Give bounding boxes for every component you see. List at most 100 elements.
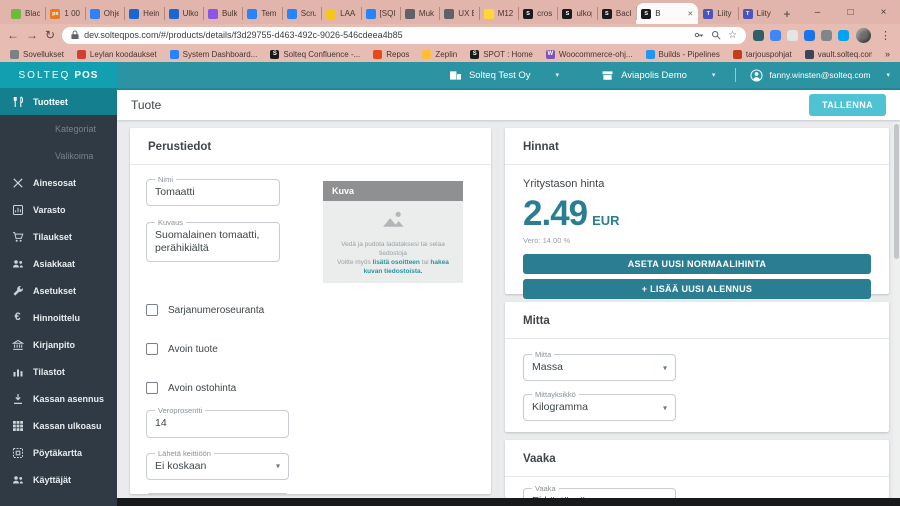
browser-tab[interactable]: Black ✕: [6, 3, 45, 24]
browser-tab[interactable]: T Liity ✕: [737, 3, 777, 24]
browser-tab[interactable]: Hein ✕: [124, 3, 163, 24]
bookmark-item[interactable]: tarjouspohjat: [732, 49, 792, 59]
lisateksti-field[interactable]: [146, 492, 289, 494]
bookmark-item[interactable]: S SPOT : Home: [470, 49, 533, 59]
checkbox-row[interactable]: Sarjanumeroseuranta: [146, 304, 475, 317]
set-normal-price-button[interactable]: ASETA UUSI NORMAALIHINTA: [523, 254, 871, 274]
browser-tab[interactable]: Ulko ✕: [163, 3, 203, 24]
kuvaus-field[interactable]: Kuvaus Suomalainen tomaatti, perähikiält…: [146, 218, 280, 263]
browser-tab[interactable]: Muk ✕: [399, 3, 439, 24]
sidebar-item[interactable]: Asetukset: [0, 277, 117, 304]
bookmark-star-icon[interactable]: ☆: [728, 30, 737, 41]
laheta-keittioon-label: Lähetä keittiöön: [155, 448, 214, 458]
checkbox[interactable]: [146, 382, 158, 395]
bookmark-item[interactable]: System Dashboard...: [169, 49, 257, 59]
bookmark-item[interactable]: S Solteq Confluence -...: [270, 49, 360, 59]
browser-tab[interactable]: px 1 000 ✕: [45, 3, 84, 24]
sidebar-item[interactable]: Tilastot: [0, 358, 117, 385]
mitta-select[interactable]: Mitta Massa ▾: [523, 350, 676, 382]
bookmark-item[interactable]: Builds - Pipelines: [645, 49, 720, 59]
sidebar-item[interactable]: Kirjanpito: [0, 331, 117, 358]
sidebar-item[interactable]: Tuotteet: [0, 88, 117, 115]
url-text[interactable]: dev.solteqpos.com/#/products/details/f3d…: [84, 30, 689, 40]
bookmark-item[interactable]: Zeplin: [422, 49, 457, 59]
zoom-icon[interactable]: [711, 30, 721, 40]
sidebar-item[interactable]: Kassan ulkoasu: [0, 412, 117, 439]
bookmarks-overflow-icon[interactable]: »: [885, 49, 890, 59]
sidebar-item[interactable]: Asiakkaat: [0, 250, 117, 277]
close-button[interactable]: ×: [867, 0, 900, 24]
extension-icon[interactable]: [838, 29, 849, 41]
bookmark-item[interactable]: vault.solteq.com: [804, 49, 872, 59]
browser-tab[interactable]: [SQI ✕: [360, 3, 400, 24]
organization-selector[interactable]: Solteq Test Oy ▾: [449, 70, 559, 81]
tab-favicon: S: [523, 8, 534, 19]
main-scrollbar[interactable]: [893, 122, 900, 498]
solteq-pos-logo[interactable]: SOLTEQ POS: [0, 62, 117, 88]
bookmark-favicon: [732, 49, 742, 59]
sidebar-item[interactable]: Kassan asennus: [0, 385, 117, 412]
sidebar-item[interactable]: € Hinnoittelu: [0, 304, 117, 331]
extension-icon[interactable]: [770, 29, 781, 41]
sidebar-item[interactable]: Pöytäkartta: [0, 439, 117, 466]
image-upload-dropzone[interactable]: Kuva Vedä ja pudota ladataksesi tai sela…: [323, 181, 463, 284]
browser-tab[interactable]: Temp ✕: [242, 3, 281, 24]
browser-tab[interactable]: LAAS ✕: [321, 3, 360, 24]
checkbox-row[interactable]: Avoin ostohinta: [146, 382, 475, 395]
bookmark-item[interactable]: Repos: [373, 49, 409, 59]
veroprosentti-field[interactable]: Veroprosentti 14: [146, 406, 289, 438]
sidebar-item[interactable]: Varasto: [0, 196, 117, 223]
browser-tab[interactable]: S ulkop ✕: [557, 3, 596, 24]
bookmarks-bar: Sovellukset Leylan koodaukset System Das…: [0, 46, 900, 62]
mittayksikko-select[interactable]: Mittayksikkö Kilogramma ▾: [523, 390, 676, 422]
sidebar-item[interactable]: Tilaukset: [0, 223, 117, 250]
extension-icon[interactable]: [753, 29, 764, 41]
laheta-keittioon-select[interactable]: Lähetä keittiöön Ei koskaan ▾: [146, 448, 289, 480]
bookmark-item[interactable]: Leylan koodaukset: [76, 49, 157, 59]
checkbox-row[interactable]: Avoin tuote: [146, 343, 475, 356]
extension-icon[interactable]: [787, 29, 798, 41]
address-bar[interactable]: dev.solteqpos.com/#/products/details/f3d…: [62, 26, 746, 44]
browser-tab[interactable]: Scrun ✕: [281, 3, 321, 24]
password-key-icon[interactable]: [694, 30, 704, 40]
browser-tab[interactable]: S B ✕: [636, 3, 699, 24]
scrollbar-thumb[interactable]: [894, 124, 899, 259]
store-selector[interactable]: Aviapolis Demo ▾: [601, 70, 715, 81]
forward-icon[interactable]: →: [26, 28, 38, 42]
maximize-button[interactable]: □: [834, 0, 867, 24]
extension-icon[interactable]: [821, 29, 832, 41]
extension-icon[interactable]: [804, 29, 815, 41]
kuvaus-value[interactable]: Suomalainen tomaatti, perähikiältä: [147, 223, 279, 261]
bookmark-item[interactable]: Sovellukset: [10, 49, 64, 59]
add-discount-button[interactable]: + LISÄÄ UUSI ALENNUS: [523, 279, 871, 299]
browser-tab[interactable]: Bulk ✕: [202, 3, 242, 24]
vaaka-select[interactable]: Vaaka Ei käytössä ▾: [523, 484, 676, 498]
browser-tab[interactable]: Ohje ✕: [84, 3, 124, 24]
tab-close-icon[interactable]: ✕: [687, 10, 693, 18]
browser-tab[interactable]: S cross ✕: [518, 3, 557, 24]
browser-tab[interactable]: S Back ✕: [596, 3, 636, 24]
profile-avatar[interactable]: [856, 27, 871, 43]
bookmark-item[interactable]: W Woocommerce-ohj...: [545, 49, 633, 59]
tab-favicon: [129, 8, 140, 19]
browser-tab[interactable]: T Liity ✕: [698, 3, 737, 24]
sidebar-item[interactable]: Ainesosat: [0, 169, 117, 196]
minimize-button[interactable]: –: [801, 0, 834, 24]
browser-tab[interactable]: M12 ✕: [478, 3, 518, 24]
sidebar-item[interactable]: Kategoriat: [0, 115, 117, 142]
checkbox[interactable]: [146, 343, 158, 356]
checkbox[interactable]: [146, 304, 158, 317]
refresh-icon[interactable]: ↻: [45, 28, 55, 42]
back-icon[interactable]: ←: [7, 28, 19, 42]
user-menu[interactable]: fanny.winsten@solteq.com ▾: [750, 68, 890, 82]
cart-icon: [11, 231, 24, 243]
sidebar-item[interactable]: Käyttäjät: [0, 466, 117, 493]
browser-menu-icon[interactable]: ⋮: [878, 29, 893, 42]
header-divider: [735, 68, 737, 82]
browser-tab[interactable]: UX B ✕: [439, 3, 478, 24]
sidebar-item[interactable]: Valikoima: [0, 142, 117, 169]
save-button[interactable]: TALLENNA: [808, 94, 886, 116]
new-tab-button[interactable]: +: [777, 3, 797, 24]
add-url-link[interactable]: lisätä osoitteen: [373, 259, 420, 266]
nimi-field[interactable]: Nimi Tomaatti: [146, 175, 280, 207]
